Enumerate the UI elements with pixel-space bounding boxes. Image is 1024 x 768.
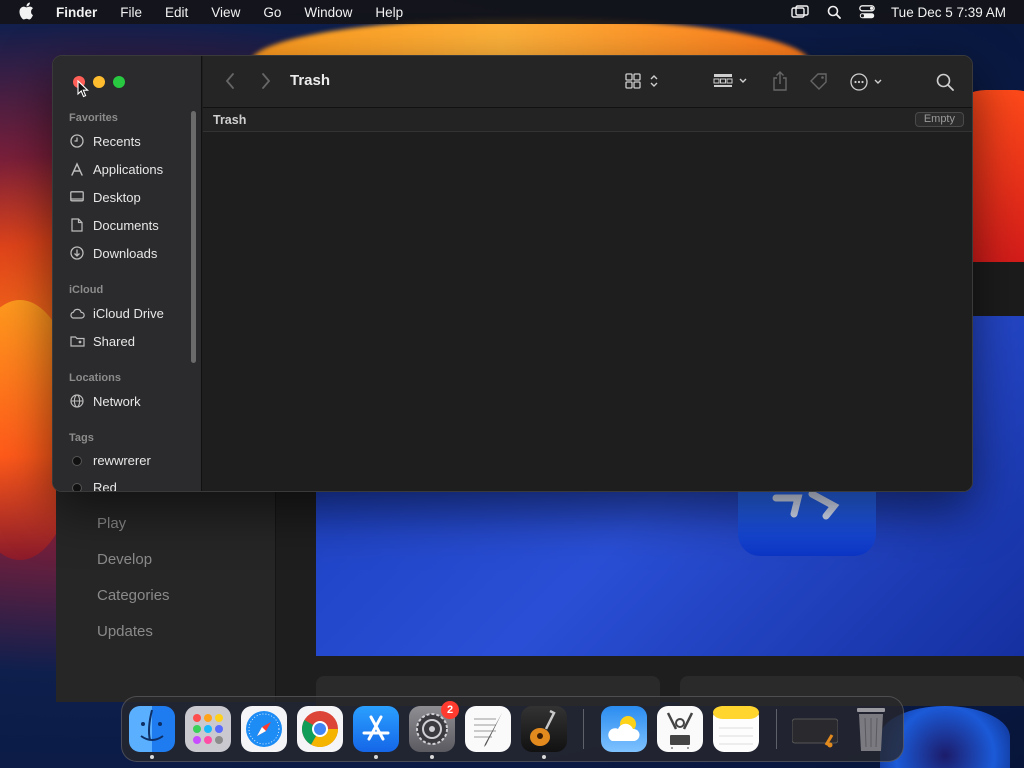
menu-help[interactable]: Help — [375, 5, 403, 20]
sidebar-heading-icloud: iCloud — [69, 284, 104, 296]
menu-window[interactable]: Window — [304, 5, 352, 20]
trash-header-label: Trash — [213, 113, 247, 127]
sidebar-heading-favorites: Favorites — [69, 112, 118, 124]
screen-recording-icon[interactable] — [792, 706, 838, 752]
globe-icon — [69, 393, 85, 409]
menu-bar: Finder File Edit View Go Window Help Tue… — [0, 0, 1024, 24]
tag-color-dot — [72, 455, 82, 466]
running-indicator — [374, 755, 378, 759]
window-title: Trash — [290, 72, 331, 89]
running-indicator — [430, 755, 434, 759]
sidebar-item-icloud-drive[interactable]: iCloud Drive — [69, 305, 164, 321]
group-by-icon[interactable] — [713, 73, 749, 89]
more-actions-icon[interactable] — [850, 73, 886, 91]
finder-toolbar: Trash — [203, 56, 972, 108]
apple-menu-icon[interactable] — [18, 2, 36, 23]
system-info-icon[interactable] — [657, 706, 703, 752]
finder-sidebar: Favorites Recents Applications Desktop D… — [53, 56, 202, 491]
sidebar-item-tag-rewwrerer[interactable]: rewwrerer — [69, 453, 151, 468]
file-list-area[interactable] — [203, 132, 972, 491]
app-store-nav-updates[interactable]: Updates — [97, 623, 153, 640]
dock: 2 — [121, 696, 904, 762]
control-center-icon[interactable] — [859, 5, 875, 19]
safari-icon[interactable] — [241, 706, 287, 752]
sidebar-heading-locations: Locations — [69, 372, 121, 384]
tag-color-dot — [72, 482, 82, 491]
running-indicator — [542, 755, 546, 759]
system-settings-icon[interactable]: 2 — [409, 701, 459, 752]
mouse-pointer-icon — [77, 79, 89, 103]
trash-icon[interactable] — [848, 706, 894, 752]
zoom-window-button[interactable] — [113, 76, 125, 88]
sidebar-item-tag-red[interactable]: Red — [69, 480, 117, 492]
shared-folder-icon — [69, 333, 85, 349]
sidebar-heading-tags: Tags — [69, 432, 94, 444]
sidebar-item-label: Shared — [93, 333, 135, 349]
sidebar-item-applications[interactable]: Applications — [69, 161, 163, 177]
sidebar-scrollbar[interactable] — [191, 111, 196, 363]
minimize-window-button[interactable] — [93, 76, 105, 88]
dock-separator — [583, 709, 584, 749]
menu-bar-clock[interactable]: Tue Dec 5 7:39 AM — [891, 5, 1006, 20]
chrome-icon[interactable] — [297, 706, 343, 752]
sidebar-item-downloads[interactable]: Downloads — [69, 245, 157, 261]
trash-header-bar: Trash Empty — [203, 108, 972, 132]
spotlight-search-icon[interactable] — [827, 5, 841, 19]
back-chevron-icon[interactable] — [225, 73, 235, 89]
app-store-nav-develop[interactable]: Develop — [97, 551, 152, 568]
sidebar-item-label: Documents — [93, 217, 159, 233]
menu-go[interactable]: Go — [263, 5, 281, 20]
sidebar-item-label: Downloads — [93, 245, 158, 261]
menu-edit[interactable]: Edit — [165, 5, 188, 20]
textedit-icon[interactable] — [465, 706, 511, 752]
sidebar-item-documents[interactable]: Documents — [69, 217, 159, 233]
sidebar-item-label: rewwrerer — [93, 453, 151, 468]
sidebar-item-label: Recents — [93, 133, 141, 149]
empty-trash-button[interactable]: Empty — [914, 112, 964, 127]
icon-view-toggle-icon[interactable] — [625, 73, 661, 89]
garageband-icon[interactable] — [521, 706, 567, 752]
menu-view[interactable]: View — [211, 5, 240, 20]
sidebar-item-label: Desktop — [93, 189, 141, 205]
launchpad-icon[interactable] — [185, 706, 231, 752]
menu-file[interactable]: File — [120, 5, 142, 20]
menu-app-finder[interactable]: Finder — [56, 5, 97, 20]
screen-mirroring-icon[interactable] — [791, 5, 809, 19]
clock-icon — [69, 133, 85, 149]
notification-badge: 2 — [441, 701, 459, 719]
finder-window: Favorites Recents Applications Desktop D… — [52, 55, 973, 492]
cloud-icon — [69, 305, 85, 321]
notes-icon[interactable] — [713, 706, 759, 752]
running-indicator — [150, 755, 154, 759]
sidebar-item-shared[interactable]: Shared — [69, 333, 135, 349]
document-icon — [69, 217, 85, 233]
app-store-nav-play[interactable]: Play — [97, 515, 126, 532]
tag-icon[interactable] — [809, 72, 829, 90]
sidebar-item-desktop[interactable]: Desktop — [69, 189, 141, 205]
sidebar-item-label: Network — [93, 393, 141, 409]
sidebar-item-label: Applications — [93, 161, 164, 177]
app-store-hero-icon — [738, 490, 876, 556]
sidebar-item-recents[interactable]: Recents — [69, 133, 141, 149]
app-store-nav-categories[interactable]: Categories — [97, 587, 170, 604]
app-store-icon[interactable] — [353, 706, 399, 752]
sidebar-item-label: Red — [93, 480, 117, 492]
sidebar-item-network[interactable]: Network — [69, 393, 141, 409]
download-icon — [69, 245, 85, 261]
desktop-icon — [69, 189, 85, 205]
forward-chevron-icon[interactable] — [261, 73, 271, 89]
dock-separator — [776, 709, 777, 749]
sidebar-item-label: iCloud Drive — [93, 305, 164, 321]
weather-icon[interactable] — [601, 706, 647, 752]
search-icon[interactable] — [936, 73, 954, 91]
finder-icon[interactable] — [129, 706, 175, 752]
applications-icon — [69, 161, 85, 177]
share-icon[interactable] — [772, 71, 788, 91]
